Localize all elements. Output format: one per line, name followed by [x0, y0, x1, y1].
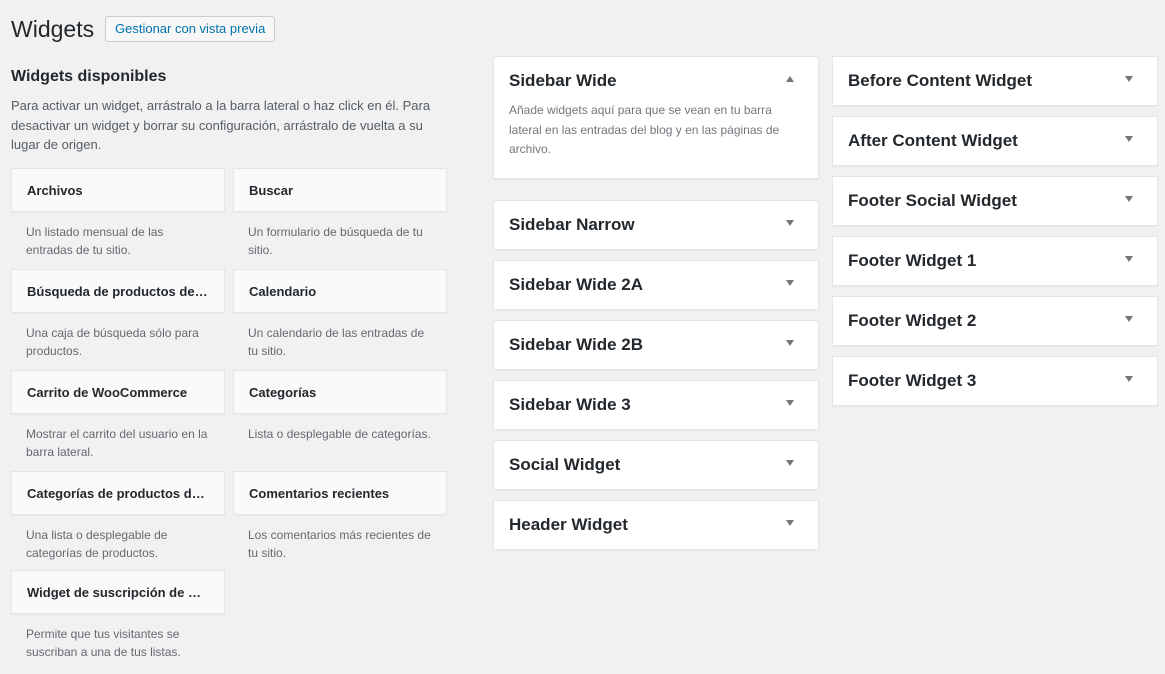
sidebar-header[interactable]: Footer Social Widget [833, 177, 1157, 225]
widget-description: Un calendario de las entradas de tu siti… [248, 326, 425, 358]
sidebar-header[interactable]: Sidebar Wide 2A [494, 261, 818, 309]
widget-busqueda-productos[interactable]: Búsqueda de productos de ... Una caja de… [11, 269, 225, 360]
widget-carrito-woocommerce[interactable]: Carrito de WooCommerce Mostrar el carrit… [11, 370, 225, 461]
widget-description: Una lista o desplegable de categorías de… [26, 528, 168, 560]
sidebar-header[interactable]: Sidebar Wide [494, 57, 818, 105]
sidebar-name: Sidebar Wide 3 [509, 395, 631, 414]
widget-title[interactable]: Calendario [233, 269, 447, 313]
widget-categorias-productos[interactable]: Categorías de productos de ... Una lista… [11, 471, 225, 562]
widget-title[interactable]: Carrito de WooCommerce [11, 370, 225, 414]
sidebar-footer-widget-1[interactable]: Footer Widget 1 [832, 236, 1158, 286]
arrow-down-icon[interactable] [1125, 254, 1135, 264]
sidebar-name: Footer Widget 3 [848, 371, 977, 390]
sidebar-footer-widget-3[interactable]: Footer Widget 3 [832, 356, 1158, 406]
sidebar-header[interactable]: Footer Widget 2 [833, 297, 1157, 345]
widget-comentarios-recientes[interactable]: Comentarios recientes Los comentarios má… [233, 471, 447, 562]
arrow-up-icon[interactable] [786, 74, 796, 84]
sidebar-name: Sidebar Wide 2A [509, 275, 643, 294]
arrow-down-icon[interactable] [786, 458, 796, 468]
available-widgets-description: Para activar un widget, arrástralo a la … [11, 98, 431, 152]
sidebar-name: Social Widget [509, 455, 621, 474]
widget-title[interactable]: Categorías de productos de ... [11, 471, 225, 515]
widget-title[interactable]: Archivos [11, 168, 225, 212]
widget-description: Un formulario de búsqueda de tu sitio. [248, 225, 423, 257]
manage-with-preview-button[interactable]: Gestionar con vista previa [105, 16, 276, 42]
arrow-down-icon[interactable] [1125, 374, 1135, 384]
sidebar-name: Sidebar Wide 2B [509, 335, 643, 354]
sidebar-description: Añade widgets aquí para que se vean en t… [509, 103, 780, 156]
arrow-down-icon[interactable] [786, 398, 796, 408]
sidebar-name: Before Content Widget [848, 71, 1033, 90]
sidebar-header[interactable]: Header Widget [494, 501, 818, 549]
widget-description: Permite que tus visitantes se suscriban … [26, 627, 181, 659]
arrow-down-icon[interactable] [786, 338, 796, 348]
sidebar-wide[interactable]: Sidebar Wide Añade widgets aquí para que… [493, 56, 819, 179]
sidebar-social-widget[interactable]: Social Widget [493, 440, 819, 490]
widget-suscripcion[interactable]: Widget de suscripción de M... Permite qu… [11, 570, 225, 661]
sidebar-header[interactable]: Before Content Widget [833, 57, 1157, 105]
widget-title[interactable]: Widget de suscripción de M... [11, 570, 225, 614]
sidebar-name: Header Widget [509, 515, 628, 534]
arrow-down-icon[interactable] [1125, 194, 1135, 204]
widget-description: Mostrar el carrito del usuario en la bar… [26, 427, 208, 459]
widget-description: Lista o desplegable de categorías. [248, 427, 431, 441]
widget-title[interactable]: Comentarios recientes [233, 471, 447, 515]
sidebar-wide-2b[interactable]: Sidebar Wide 2B [493, 320, 819, 370]
page-title: Widgets [11, 16, 95, 42]
sidebar-header[interactable]: Sidebar Wide 3 [494, 381, 818, 429]
sidebar-header[interactable]: Footer Widget 3 [833, 357, 1157, 405]
widget-title[interactable]: Categorías [233, 370, 447, 414]
sidebar-footer-social[interactable]: Footer Social Widget [832, 176, 1158, 226]
sidebar-header[interactable]: Sidebar Narrow [494, 201, 818, 249]
sidebar-wide-2a[interactable]: Sidebar Wide 2A [493, 260, 819, 310]
widget-description: Los comentarios más recientes de tu siti… [248, 528, 431, 560]
sidebar-after-content[interactable]: After Content Widget [832, 116, 1158, 166]
widget-title[interactable]: Buscar [233, 168, 447, 212]
sidebar-header[interactable]: Footer Widget 1 [833, 237, 1157, 285]
sidebar-narrow[interactable]: Sidebar Narrow [493, 200, 819, 250]
arrow-down-icon[interactable] [786, 218, 796, 228]
arrow-down-icon[interactable] [1125, 74, 1135, 84]
sidebar-header-widget[interactable]: Header Widget [493, 500, 819, 550]
sidebar-name: Footer Widget 2 [848, 311, 977, 330]
sidebar-header[interactable]: After Content Widget [833, 117, 1157, 165]
widget-calendario[interactable]: Calendario Un calendario de las entradas… [233, 269, 447, 360]
sidebar-header[interactable]: Social Widget [494, 441, 818, 489]
widget-archivos[interactable]: Archivos Un listado mensual de las entra… [11, 168, 225, 259]
available-widgets-title: Widgets disponibles [11, 68, 167, 85]
sidebar-before-content[interactable]: Before Content Widget [832, 56, 1158, 106]
sidebar-name: Sidebar Wide [509, 71, 617, 90]
arrow-down-icon[interactable] [1125, 134, 1135, 144]
widget-buscar[interactable]: Buscar Un formulario de búsqueda de tu s… [233, 168, 447, 259]
sidebar-name: After Content Widget [848, 131, 1018, 150]
widget-description: Una caja de búsqueda sólo para productos… [26, 326, 199, 358]
sidebar-wide-3[interactable]: Sidebar Wide 3 [493, 380, 819, 430]
arrow-down-icon[interactable] [1125, 314, 1135, 324]
sidebar-header[interactable]: Sidebar Wide 2B [494, 321, 818, 369]
arrow-down-icon[interactable] [786, 278, 796, 288]
sidebar-name: Footer Widget 1 [848, 251, 977, 270]
arrow-down-icon[interactable] [786, 518, 796, 528]
widget-categorias[interactable]: Categorías Lista o desplegable de catego… [233, 370, 447, 443]
widget-description: Un listado mensual de las entradas de tu… [26, 225, 164, 257]
sidebar-footer-widget-2[interactable]: Footer Widget 2 [832, 296, 1158, 346]
sidebar-name: Sidebar Narrow [509, 215, 635, 234]
widget-title[interactable]: Búsqueda de productos de ... [11, 269, 225, 313]
sidebar-name: Footer Social Widget [848, 191, 1017, 210]
